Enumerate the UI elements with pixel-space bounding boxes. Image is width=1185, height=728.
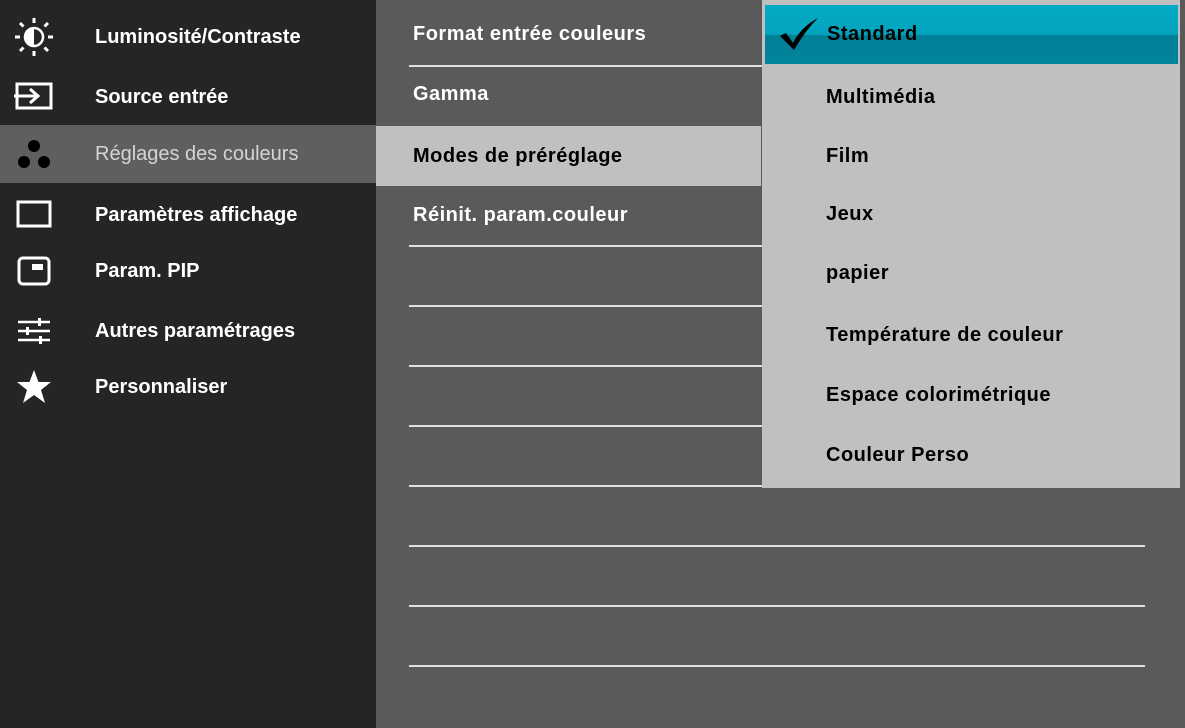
- option-label: Standard: [827, 23, 918, 45]
- separator-line: [409, 665, 1145, 667]
- option-label: Couleur Perso: [826, 444, 970, 466]
- submenu-item-label: Réinit. param.couleur: [413, 204, 628, 226]
- sliders-icon: [14, 311, 54, 351]
- option-multimedia[interactable]: Multimédia: [762, 67, 1180, 127]
- sidebar-item-other-settings[interactable]: Autres paramétrages: [0, 302, 376, 360]
- separator-line: [409, 545, 1145, 547]
- sidebar-item-pip[interactable]: Param. PIP: [0, 242, 376, 300]
- submenu-item-color-input-format[interactable]: Format entrée couleurs: [376, 0, 761, 60]
- submenu-item-gamma[interactable]: Gamma: [376, 66, 761, 126]
- option-film[interactable]: Film: [762, 126, 1180, 186]
- sidebar-item-label: Luminosité/Contraste: [95, 26, 301, 48]
- option-label: Multimédia: [826, 86, 936, 108]
- sidebar-item-label: Source entrée: [95, 86, 229, 108]
- pip-icon: [14, 251, 54, 291]
- separator-line: [409, 485, 762, 487]
- option-paper[interactable]: papier: [762, 243, 1180, 303]
- display-icon: [14, 195, 54, 235]
- preset-options-panel: Standard Multimédia Film Jeux papier Tem…: [762, 0, 1180, 488]
- checkmark-icon: [779, 17, 819, 51]
- sidebar-item-label: Personnaliser: [95, 376, 228, 398]
- option-label: Température de couleur: [826, 324, 1064, 346]
- sidebar-item-personalize[interactable]: Personnaliser: [0, 358, 376, 416]
- submenu-item-preset-modes[interactable]: Modes de préréglage: [376, 126, 761, 186]
- sidebar-item-label: Réglages des couleurs: [95, 143, 299, 165]
- option-color-temperature[interactable]: Température de couleur: [762, 305, 1180, 365]
- submenu-item-label: Gamma: [413, 83, 489, 105]
- sidebar-item-color-settings[interactable]: Réglages des couleurs: [0, 125, 376, 183]
- submenu-item-reset-color[interactable]: Réinit. param.couleur: [376, 186, 761, 246]
- option-color-space[interactable]: Espace colorimétrique: [762, 365, 1180, 425]
- option-label: Jeux: [826, 203, 874, 225]
- separator-line: [409, 425, 762, 427]
- brightness-icon: [14, 17, 54, 57]
- sidebar-item-input-source[interactable]: Source entrée: [0, 68, 376, 126]
- sidebar: Luminosité/Contraste Source entrée Régla…: [0, 0, 376, 728]
- sidebar-item-label: Param. PIP: [95, 260, 200, 282]
- sidebar-item-label: Paramètres affichage: [95, 204, 298, 226]
- separator-line: [409, 305, 762, 307]
- submenu-item-label: Format entrée couleurs: [413, 23, 647, 45]
- sidebar-item-display-settings[interactable]: Paramètres affichage: [0, 186, 376, 244]
- sidebar-item-brightness-contrast[interactable]: Luminosité/Contraste: [0, 8, 376, 66]
- option-label: Film: [826, 145, 870, 167]
- input-source-icon: [14, 77, 54, 117]
- osd-menu: Luminosité/Contraste Source entrée Régla…: [0, 0, 1185, 728]
- option-label: papier: [826, 262, 890, 284]
- submenu-item-label: Modes de préréglage: [413, 145, 623, 167]
- option-standard[interactable]: Standard: [765, 5, 1178, 64]
- sidebar-item-label: Autres paramétrages: [95, 320, 296, 342]
- color-dots-icon: [14, 134, 54, 174]
- separator-line: [409, 365, 762, 367]
- star-icon: [14, 367, 54, 407]
- separator-line: [409, 65, 762, 67]
- option-custom-color[interactable]: Couleur Perso: [762, 425, 1180, 485]
- separator-line: [409, 605, 1145, 607]
- option-games[interactable]: Jeux: [762, 184, 1180, 244]
- option-label: Espace colorimétrique: [826, 384, 1052, 406]
- separator-line: [409, 245, 762, 247]
